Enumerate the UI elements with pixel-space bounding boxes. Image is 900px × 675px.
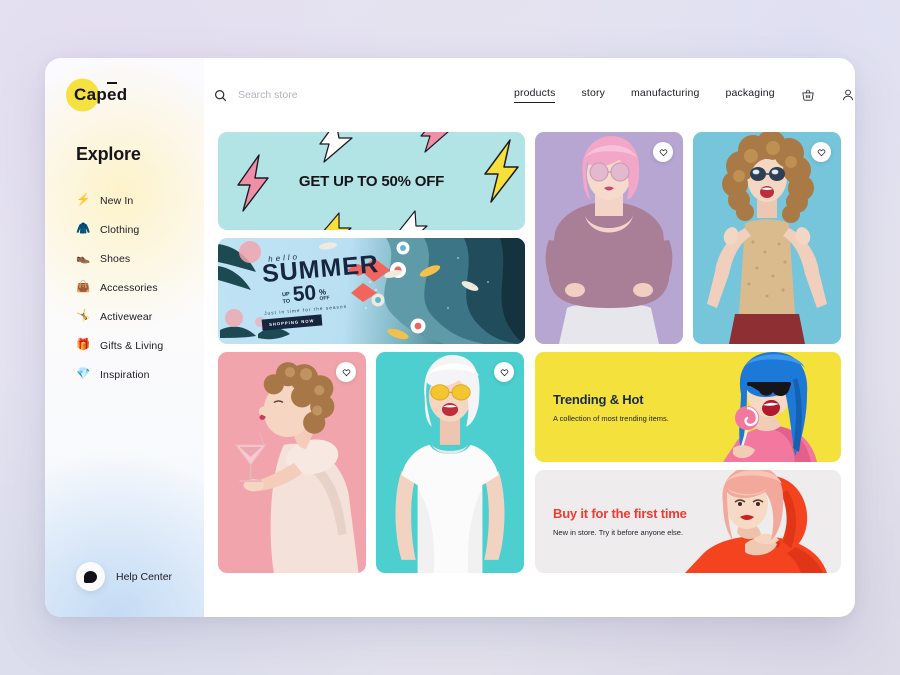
sidebar-spacer	[45, 389, 204, 562]
lightning-bolt-white-small-icon	[396, 210, 430, 230]
heart-icon	[659, 148, 668, 157]
sidebar-item-inspiration[interactable]: 💎 Inspiration	[45, 360, 204, 389]
sidebar-nav: ⚡ New In 🧥 Clothing 👞 Shoes 👜 Accessorie…	[45, 186, 204, 389]
product-image	[535, 132, 683, 344]
search-icon	[214, 89, 227, 102]
first-time-title: Buy it for the first time	[553, 506, 687, 521]
sidebar-item-accessories[interactable]: 👜 Accessories	[45, 273, 204, 302]
promo-banner-first-time[interactable]: Buy it for the first time New in store. …	[535, 470, 841, 573]
shopping-basket-icon[interactable]	[801, 88, 815, 102]
promo-banner-trending[interactable]: Trending & Hot A collection of most tren…	[535, 352, 841, 462]
logo-text-macron-e: e	[107, 85, 117, 104]
product-image	[218, 352, 366, 573]
diamond-icon: 💎	[76, 369, 90, 381]
explore-heading: Explore	[45, 132, 204, 165]
summer-tagline: Just in time for the season	[264, 301, 379, 316]
promo-discount-text: GET UP TO 50% OFF	[299, 173, 444, 190]
trending-title: Trending & Hot	[553, 392, 669, 407]
summer-amount: 50	[292, 284, 317, 304]
lightning-bolt-pink-small-icon	[418, 132, 452, 154]
product-image	[376, 352, 524, 573]
lightning-icon: ⚡	[76, 195, 90, 207]
app-body: Caped Explore ⚡ New In 🧥 Clothing 👞 Shoe…	[45, 58, 855, 617]
trending-copy: Trending & Hot A collection of most tren…	[535, 392, 669, 423]
content-grid: GET UP TO 50% OFF	[204, 132, 855, 617]
search-bar[interactable]	[214, 89, 514, 102]
sidebar-item-label: Inspiration	[100, 369, 150, 381]
shoe-icon: 👞	[76, 253, 90, 265]
sidebar-item-activewear[interactable]: 🤸 Activewear	[45, 302, 204, 331]
trending-model-image	[661, 352, 841, 462]
user-icon[interactable]	[841, 88, 855, 102]
coat-icon: 🧥	[76, 224, 90, 236]
lightning-bolt-yellow-small-icon	[318, 212, 354, 230]
logo-text: Caped	[74, 85, 127, 104]
lightning-bolt-yellow-icon	[481, 138, 521, 204]
heart-icon	[500, 368, 509, 377]
promo-banner-summer[interactable]: hello SUMMER UP TO 50 % OFF	[218, 238, 525, 344]
summer-off-word: OFF	[319, 296, 329, 302]
tab-products[interactable]: products	[514, 87, 555, 103]
tab-packaging[interactable]: packaging	[726, 87, 775, 103]
sidebar-item-label: New In	[100, 195, 133, 207]
gift-icon: 🎁	[76, 340, 90, 352]
summer-upto: UP TO	[282, 292, 291, 305]
handbag-icon: 👜	[76, 282, 90, 294]
product-card[interactable]	[535, 132, 683, 344]
product-card[interactable]	[376, 352, 524, 573]
promo-banner-discount[interactable]: GET UP TO 50% OFF	[218, 132, 525, 230]
app-window: Caped Explore ⚡ New In 🧥 Clothing 👞 Shoe…	[45, 58, 855, 617]
trending-subtitle: A collection of most trending items.	[553, 414, 669, 423]
sidebar-item-label: Clothing	[100, 224, 139, 236]
favorite-button[interactable]	[336, 362, 356, 382]
sidebar: Caped Explore ⚡ New In 🧥 Clothing 👞 Shoe…	[45, 58, 204, 617]
sidebar-item-clothing[interactable]: 🧥 Clothing	[45, 215, 204, 244]
summer-copy: hello SUMMER UP TO 50 % OFF	[262, 250, 379, 329]
first-time-copy: Buy it for the first time New in store. …	[535, 506, 687, 537]
logo-text-part1: Cap	[74, 85, 107, 104]
product-image	[693, 132, 841, 344]
search-input[interactable]	[238, 89, 514, 101]
summer-shop-now-button[interactable]: SHOPPING NOW	[262, 314, 322, 330]
chat-bubble-icon	[76, 562, 105, 591]
product-card[interactable]	[218, 352, 366, 573]
summer-percent: % OFF	[319, 288, 330, 302]
sidebar-item-gifts-living[interactable]: 🎁 Gifts & Living	[45, 331, 204, 360]
logo-text-part3: d	[117, 85, 128, 104]
sidebar-item-label: Gifts & Living	[100, 340, 163, 352]
sidebar-item-new-in[interactable]: ⚡ New In	[45, 186, 204, 215]
summer-offer-row: UP TO 50 % OFF	[281, 279, 379, 305]
top-bar: products story manufacturing packaging	[204, 58, 855, 132]
brand-logo[interactable]: Caped	[45, 58, 204, 132]
tab-story[interactable]: story	[581, 87, 605, 103]
sidebar-item-shoes[interactable]: 👞 Shoes	[45, 244, 204, 273]
logo-wrap: Caped	[74, 85, 127, 105]
summer-up-word: UP	[282, 292, 290, 299]
help-center-button[interactable]: Help Center	[45, 562, 204, 617]
favorite-button[interactable]	[653, 142, 673, 162]
sidebar-item-label: Shoes	[100, 253, 130, 265]
lightning-bolt-white-icon	[314, 132, 358, 164]
help-center-label: Help Center	[116, 571, 172, 583]
tab-manufacturing[interactable]: manufacturing	[631, 87, 700, 103]
sidebar-item-label: Activewear	[100, 311, 152, 323]
main-area: products story manufacturing packaging	[204, 58, 855, 617]
top-navigation: products story manufacturing packaging	[514, 87, 855, 103]
sidebar-item-label: Accessories	[100, 282, 158, 294]
heart-icon	[342, 368, 351, 377]
summer-to-word: TO	[282, 298, 290, 305]
product-card[interactable]	[693, 132, 841, 344]
favorite-button[interactable]	[811, 142, 831, 162]
summer-artwork: hello SUMMER UP TO 50 % OFF	[218, 238, 525, 344]
activewear-icon: 🤸	[76, 311, 90, 323]
first-time-subtitle: New in store. Try it before anyone else.	[553, 528, 687, 537]
favorite-button[interactable]	[494, 362, 514, 382]
heart-icon	[817, 148, 826, 157]
lightning-bolt-pink-icon	[236, 154, 270, 212]
chat-bubble-shape	[84, 571, 97, 583]
